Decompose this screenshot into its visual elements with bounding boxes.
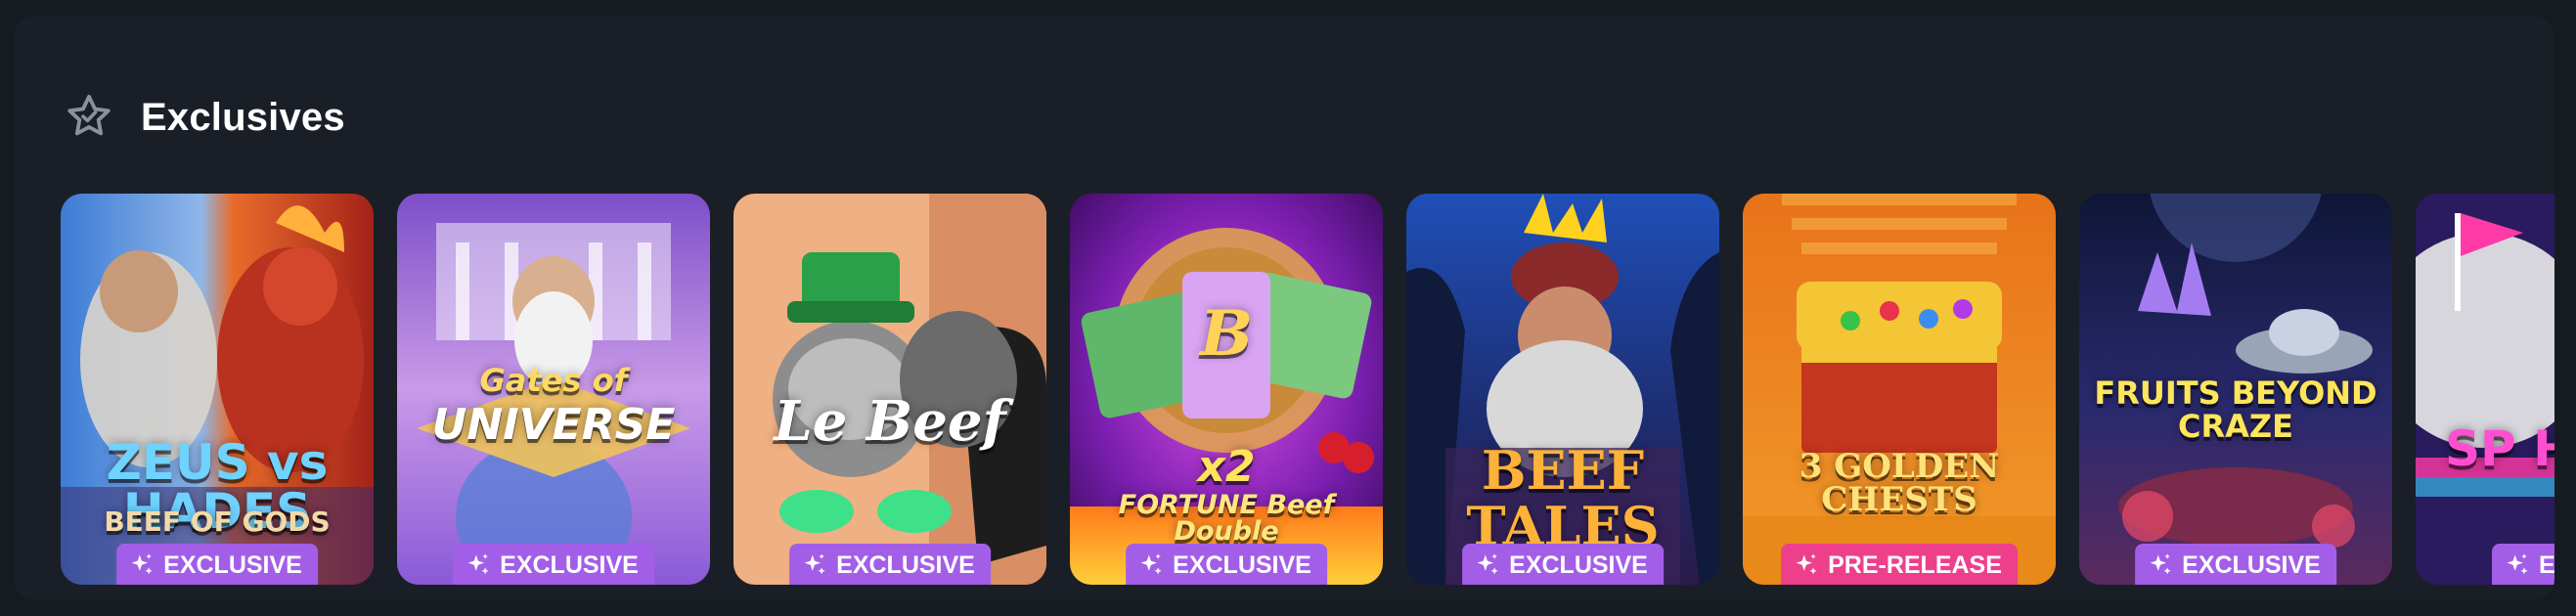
sparkle-icon [2150,553,2171,575]
sparkle-icon [804,553,825,575]
status-badge: EX [2492,544,2554,585]
exclusives-section: Exclusives ZEUS vs HADES BEEF OF GODS EX… [14,16,2554,600]
game-card[interactable]: FRUITS BEYOND CRAZE EXCLUSIVE [2079,194,2392,585]
game-title: BEEF TALES [1466,439,1660,557]
badge-label: EX [2539,550,2554,579]
game-logo-letter: B [1199,297,1254,371]
status-badge: EXCLUSIVE [1462,544,1664,585]
sparkle-icon [1796,553,1817,575]
game-title: 3 GOLDEN CHESTS [1799,447,2000,519]
game-subtitle: FORTUNE Beef Double [1118,490,1335,547]
game-title: FRUITS BEYOND CRAZE [2094,374,2377,445]
sparkle-icon [2507,553,2528,575]
game-card[interactable]: ZEUS vs HADES BEEF OF GODS EXCLUSIVE [61,194,374,585]
game-card[interactable]: B x2 FORTUNE Beef Double EXCLUSIVE [1070,194,1383,585]
badge-label: EXCLUSIVE [836,550,975,579]
star-outline-icon [67,94,111,136]
sparkle-icon [1477,553,1498,575]
sparkle-icon [467,553,489,575]
sparkle-icon [1140,553,1162,575]
status-badge: EXCLUSIVE [453,544,654,585]
games-carousel[interactable]: ZEUS vs HADES BEEF OF GODS EXCLUSIVE Gat… [61,178,2554,587]
sparkle-icon [131,553,153,575]
game-card[interactable]: SP HE EX [2416,194,2554,585]
game-card[interactable]: Le Beef EXCLUSIVE [733,194,1046,585]
game-card[interactable]: Gates of UNIVERSE EXCLUSIVE [397,194,710,585]
status-badge: EXCLUSIVE [1126,544,1327,585]
section-title: Exclusives [141,95,345,139]
game-title: x2 [1197,442,1256,492]
status-badge: PRE-RELEASE [1781,544,2018,585]
badge-label: EXCLUSIVE [1509,550,1648,579]
game-thumbnail [1743,194,2056,585]
section-header: Exclusives [63,78,345,156]
game-title: SP HE [2445,420,2554,477]
game-thumbnail [2416,194,2554,585]
status-badge: EXCLUSIVE [116,544,318,585]
game-subtitle: UNIVERSE [431,400,676,450]
game-subtitle: BEEF OF GODS [104,506,331,538]
badge-label: PRE-RELEASE [1828,550,2002,579]
game-card[interactable]: 3 GOLDEN CHESTS PRE-RELEASE [1743,194,2056,585]
badge-label: EXCLUSIVE [2182,550,2321,579]
status-badge: EXCLUSIVE [789,544,991,585]
game-card[interactable]: BEEF TALES EXCLUSIVE [1406,194,1719,585]
status-badge: EXCLUSIVE [2135,544,2336,585]
badge-label: EXCLUSIVE [500,550,639,579]
game-title: Le Beef [774,389,1006,454]
game-title: Gates of [479,362,628,399]
badge-label: EXCLUSIVE [163,550,302,579]
badge-label: EXCLUSIVE [1173,550,1311,579]
